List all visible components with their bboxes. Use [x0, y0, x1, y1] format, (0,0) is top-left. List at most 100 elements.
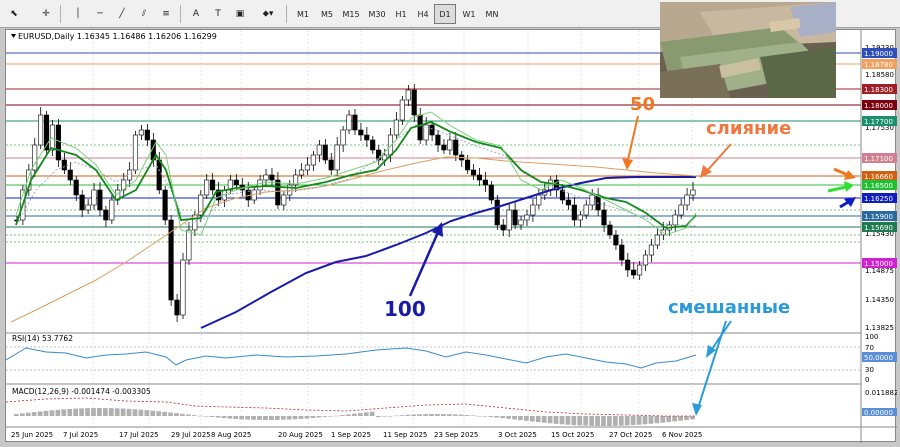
tf-MN[interactable]: MN	[480, 4, 504, 24]
fibonacci-icon[interactable]: ≡	[156, 4, 176, 24]
candle	[536, 194, 542, 206]
macd-bar	[387, 416, 393, 417]
macd-bar	[642, 416, 648, 425]
candle	[654, 234, 660, 246]
level-label: 1.15690	[864, 224, 893, 232]
candle	[132, 134, 139, 171]
date-label: 8 Aug 2025	[211, 431, 251, 439]
macd-bar	[162, 411, 167, 416]
horizontal-line-icon[interactable]: ─	[90, 4, 110, 24]
vertical-line-icon[interactable]: │	[68, 4, 88, 24]
candle	[304, 164, 311, 171]
tf-H1[interactable]: H1	[390, 4, 412, 24]
macd-bar	[535, 416, 541, 423]
candle	[103, 209, 109, 221]
macd-bar	[352, 413, 357, 416]
trendline-icon[interactable]: ╱	[112, 4, 132, 24]
candle	[316, 144, 322, 156]
macd-bar	[185, 414, 191, 416]
macd-bar	[482, 416, 488, 417]
macd-bar	[589, 416, 594, 426]
candle	[577, 214, 583, 221]
macd-bar	[49, 410, 55, 416]
tf-H4[interactable]: H4	[412, 4, 434, 24]
macd-bar	[601, 416, 606, 426]
macd-bar	[541, 416, 547, 423]
macd-bar	[245, 416, 251, 420]
macd-bar	[286, 416, 292, 420]
candle	[672, 214, 678, 226]
date-label: 20 Aug 2025	[278, 431, 323, 439]
macd-bar	[518, 416, 523, 421]
image-tool-icon[interactable]: ▣	[230, 4, 250, 24]
macd-bar	[690, 416, 695, 420]
candle	[642, 254, 649, 266]
candle	[648, 244, 654, 256]
macd-bar	[399, 415, 405, 416]
macd-bar	[168, 412, 173, 416]
tf-M15[interactable]: M15	[338, 4, 364, 24]
tf-D1[interactable]: D1	[434, 4, 456, 24]
macd-bar	[411, 414, 417, 416]
label-tool-icon[interactable]: T	[208, 4, 228, 24]
candle	[281, 194, 287, 206]
ma-50-line	[10, 156, 697, 323]
orange-arrow-icon	[833, 167, 856, 180]
macd-bar	[357, 413, 363, 416]
macd-bar	[79, 408, 84, 416]
macd-bar	[67, 408, 73, 416]
candle	[565, 199, 571, 206]
macd-bar	[363, 412, 369, 416]
candle	[298, 169, 305, 176]
tf-M30[interactable]: M30	[364, 4, 390, 24]
green-arrow-icon	[827, 181, 854, 193]
candle	[684, 194, 690, 206]
date-label: 3 Oct 2025	[498, 431, 537, 439]
candle	[607, 224, 613, 236]
candle	[263, 174, 269, 181]
macd-bar	[292, 416, 298, 420]
macd-scale-top: 0.011882	[865, 389, 897, 397]
macd-bar	[547, 416, 553, 424]
macd-bar	[43, 410, 49, 416]
candle	[186, 229, 192, 261]
macd-bar	[239, 416, 245, 420]
macd-bar	[583, 416, 589, 426]
annotation-mixed: смешанные	[668, 297, 790, 318]
ma-green-line	[15, 121, 697, 229]
macd-bar	[369, 411, 375, 416]
shapes-menu-icon[interactable]: ⬥▾	[254, 4, 282, 24]
macd-bar	[512, 416, 517, 420]
candle	[530, 204, 536, 216]
date-label: 6 Nov 2025	[662, 431, 702, 439]
macd-bar	[227, 416, 233, 419]
candle	[85, 204, 91, 211]
candle	[174, 299, 180, 316]
level-label: 1.17700	[864, 118, 893, 126]
macd-bar	[435, 414, 440, 416]
candle	[583, 204, 589, 216]
candle	[73, 179, 79, 196]
candle	[589, 194, 595, 206]
cursor-icon[interactable]: ⬉	[4, 4, 24, 24]
level-label: 1.19000	[864, 50, 893, 58]
candle	[636, 264, 643, 276]
candle	[601, 209, 607, 226]
candle	[275, 179, 281, 206]
macd-bar	[310, 416, 316, 418]
candle	[625, 259, 631, 271]
macd-bar	[666, 416, 672, 423]
crosshair-icon[interactable]: ✛	[36, 4, 56, 24]
tf-M1[interactable]: M1	[292, 4, 314, 24]
date-label: 29 Jul 2025	[171, 431, 211, 439]
tf-W1[interactable]: W1	[458, 4, 480, 24]
macd-bar	[14, 414, 19, 416]
text-tool-icon[interactable]: A	[186, 4, 206, 24]
annotation-100: 100	[384, 297, 426, 321]
channel-icon[interactable]: ⫽	[134, 4, 154, 24]
level-label: 1.18000	[864, 102, 893, 110]
macd-bar	[577, 416, 583, 426]
candle	[334, 144, 340, 171]
candle	[204, 179, 210, 196]
tf-M5[interactable]: M5	[316, 4, 338, 24]
